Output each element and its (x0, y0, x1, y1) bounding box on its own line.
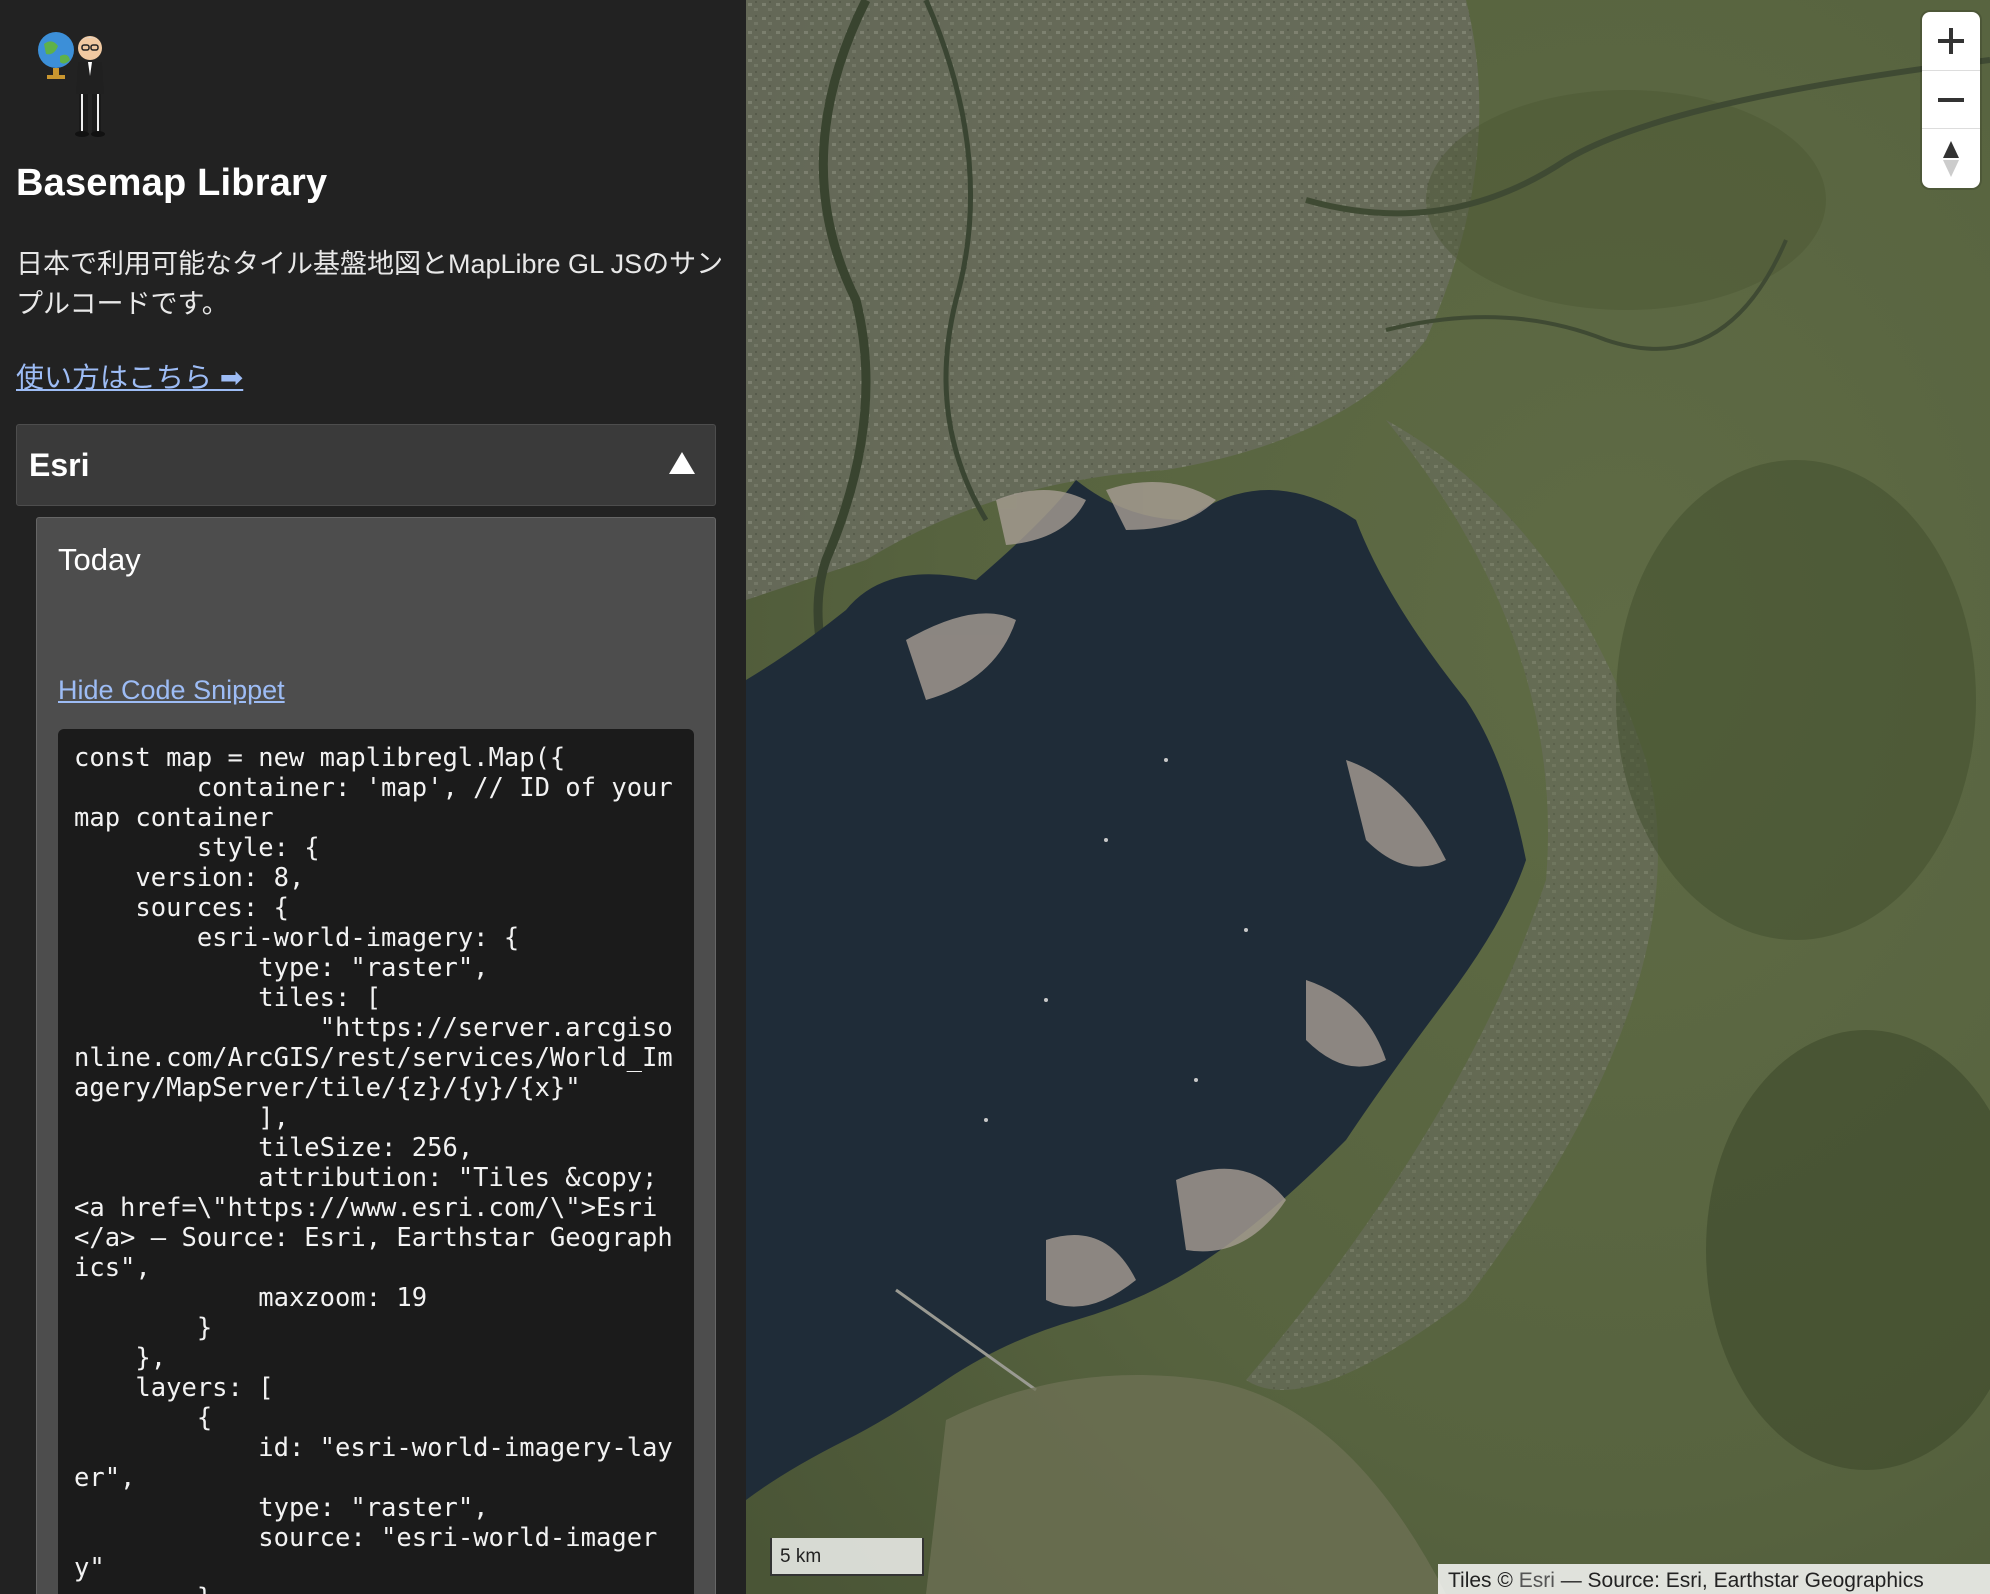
map-attribution: Tiles © Esri — Source: Esri, Earthstar G… (1438, 1564, 1990, 1594)
compass-icon (1943, 141, 1959, 177)
esri-attribution-link[interactable]: Esri (1519, 1569, 1555, 1592)
map-navigation-control (1922, 12, 1980, 188)
plus-icon (1938, 28, 1964, 54)
zoom-out-button[interactable] (1922, 70, 1980, 129)
code-snippet[interactable]: const map = new maplibregl.Map({ contain… (58, 729, 694, 1594)
page-description: 日本で利用可能なタイル基盤地図とMapLibre GL JSのサンプルコードです… (16, 249, 724, 319)
usage-guide-link[interactable]: 使い方はこちら ➡ (16, 356, 243, 396)
zoom-in-button[interactable] (1922, 12, 1980, 70)
provider-name: Esri (29, 447, 90, 483)
chevron-up-icon (669, 452, 695, 474)
sidebar: Basemap Library 日本で利用可能なタイル基盤地図とMapLibre… (0, 0, 746, 1594)
attribution-prefix: Tiles © (1448, 1569, 1519, 1592)
minus-icon (1938, 87, 1964, 113)
map-canvas[interactable]: 5 km Tiles © Esri — Source: Esri, Earths… (746, 0, 1990, 1594)
basemap-title: Today (58, 542, 141, 577)
basemap-card[interactable]: Today Hide Code Snippet const map = new … (36, 517, 716, 1594)
scale-bar: 5 km (770, 1538, 924, 1576)
hide-code-snippet-link[interactable]: Hide Code Snippet (58, 675, 285, 706)
globe-icon (38, 32, 74, 79)
satellite-imagery (746, 0, 1990, 1594)
attribution-suffix: — Source: Esri, Earthstar Geographics (1554, 1569, 1924, 1592)
app-window: Basemap Library 日本で利用可能なタイル基盤地図とMapLibre… (0, 0, 1990, 1594)
avatar (38, 32, 105, 137)
provider-accordion-esri[interactable]: Esri (16, 424, 716, 506)
reset-bearing-button[interactable] (1922, 128, 1980, 189)
page-title: Basemap Library (16, 162, 328, 204)
